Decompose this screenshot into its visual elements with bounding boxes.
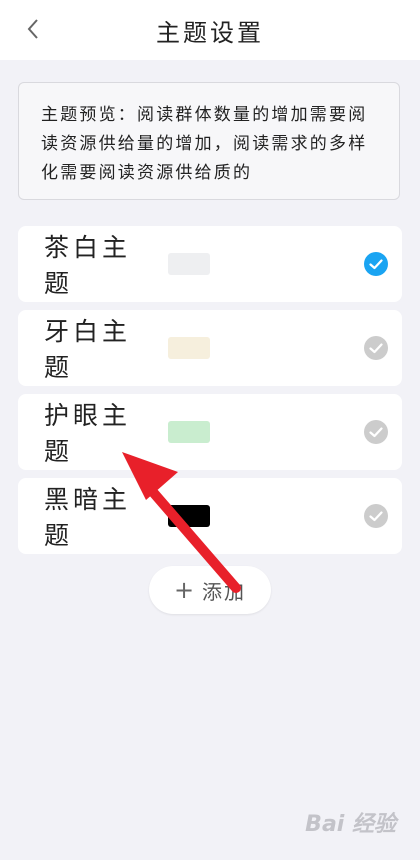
theme-label: 黑暗主题: [44, 485, 132, 550]
theme-option-dark[interactable]: 黑暗主题: [18, 478, 402, 554]
color-swatch: [168, 505, 210, 527]
check-circle-icon: [364, 420, 388, 444]
theme-preview-box: 主题预览：阅读群体数量的增加需要阅读资源供给量的增加，阅读需求的多样化需要阅读资…: [18, 82, 400, 200]
color-swatch: [168, 253, 210, 275]
check-circle-icon: [364, 336, 388, 360]
check-circle-icon: [364, 252, 388, 276]
check-circle-icon: [364, 504, 388, 528]
color-swatch: [168, 421, 210, 443]
theme-option-eye-care[interactable]: 护眼主题: [18, 394, 402, 470]
color-swatch: [168, 337, 210, 359]
chevron-left-icon: [27, 19, 38, 39]
add-theme-button[interactable]: + 添加: [149, 566, 271, 614]
add-theme-label: 添加: [202, 579, 247, 604]
watermark-text: Bai 经验: [305, 812, 396, 837]
theme-label: 牙白主题: [44, 317, 132, 382]
theme-option-tea-white[interactable]: 茶白主题: [18, 226, 402, 302]
page-title: 主题设置: [156, 18, 264, 47]
theme-option-ivory-white[interactable]: 牙白主题: [18, 310, 402, 386]
back-button[interactable]: [18, 14, 48, 44]
baidu-jingyan-watermark: Bai 经验: [305, 806, 396, 838]
top-bar: 主题设置: [0, 0, 420, 60]
theme-label: 护眼主题: [44, 401, 132, 466]
theme-label: 茶白主题: [44, 233, 132, 298]
plus-icon: +: [173, 576, 197, 604]
